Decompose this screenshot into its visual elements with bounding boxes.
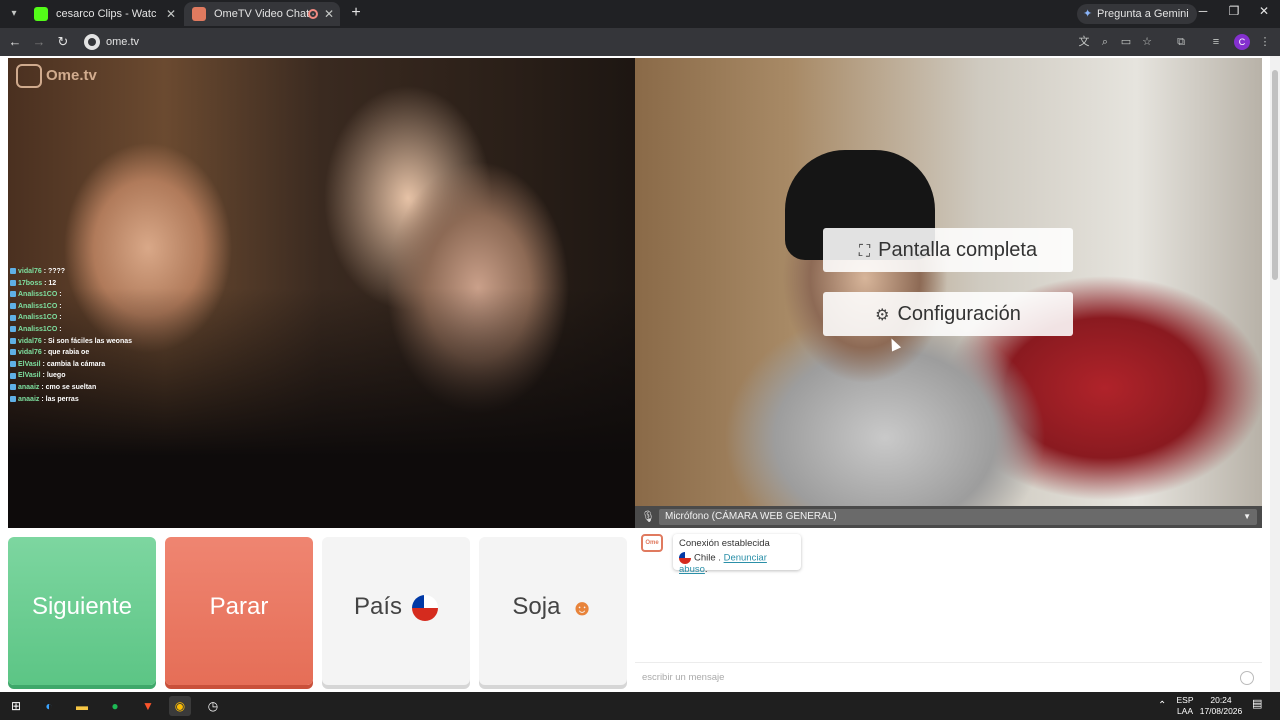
url-text: ome.tv bbox=[106, 36, 140, 48]
chat-line: vidal76 : que rabia oe bbox=[10, 347, 210, 359]
chrome-icon[interactable]: ◉ bbox=[169, 696, 191, 716]
clock-app-icon[interactable]: ◷ bbox=[202, 696, 224, 716]
mouse-cursor-icon bbox=[886, 336, 902, 352]
tab-ometv[interactable]: OmeTV Video Chat — Alte ✕ bbox=[184, 2, 340, 26]
country-label: País bbox=[353, 593, 403, 620]
next-button[interactable]: Siguiente bbox=[8, 537, 156, 685]
tab-close-icon[interactable]: ✕ bbox=[166, 2, 176, 26]
chat-line: 17boss : 12 bbox=[10, 278, 210, 290]
user-face-icon: ☻ bbox=[570, 594, 594, 620]
ometv-favicon-icon bbox=[192, 7, 206, 21]
menu-dots-icon[interactable]: ⋮ bbox=[1257, 34, 1273, 50]
ometv-tv-icon bbox=[16, 64, 42, 88]
stream-chat-overlay: vidal76 : ???? 17boss : 12 Analiss1CO : … bbox=[10, 266, 210, 405]
browser-toolbar: ← → ↻ ome.tv 文 ⌕ ▭ ☆ ⧉ ≡ C ⋮ bbox=[0, 28, 1280, 56]
windows-start-icon[interactable]: ⊞ bbox=[5, 696, 27, 716]
extensions-icon[interactable]: ⧉ bbox=[1173, 34, 1189, 50]
chat-line: Analiss1CO : bbox=[10, 324, 210, 336]
chile-flag-icon bbox=[412, 594, 439, 621]
chevron-down-icon: ▼ bbox=[1243, 512, 1251, 521]
browser-tab-strip: ▾ cesarco Clips - Watch Live on K ✕ OmeT… bbox=[0, 0, 1280, 28]
zoom-icon[interactable]: ⌕ bbox=[1097, 34, 1113, 50]
site-info-icon[interactable] bbox=[84, 34, 100, 50]
cast-icon[interactable]: ▭ bbox=[1118, 34, 1134, 50]
tab-close-icon[interactable]: ✕ bbox=[324, 2, 334, 26]
page-scrollbar[interactable] bbox=[1270, 56, 1280, 692]
fullscreen-button[interactable]: ⛶ Pantalla completa bbox=[823, 228, 1073, 272]
chat-line: vidal76 : ???? bbox=[10, 266, 210, 278]
gemini-label: Pregunta a Gemini bbox=[1097, 8, 1189, 20]
translate-icon[interactable]: 文 bbox=[1076, 34, 1092, 50]
tab-title: OmeTV Video Chat — Alte bbox=[214, 8, 314, 20]
country-name: Chile bbox=[694, 552, 716, 564]
chat-panel: Ome Conexión establecida Chile . Denunci… bbox=[635, 528, 1262, 692]
emoji-icon[interactable] bbox=[1240, 671, 1254, 685]
gemini-button[interactable]: ✦ Pregunta a Gemini bbox=[1077, 4, 1197, 24]
message-placeholder: escribir un mensaje bbox=[642, 672, 725, 683]
time: 20:24 bbox=[1210, 695, 1232, 705]
gemini-sparkle-icon: ✦ bbox=[1083, 8, 1093, 20]
kick-favicon-icon bbox=[34, 7, 48, 21]
chile-flag-icon bbox=[679, 552, 691, 564]
address-bar[interactable]: ome.tv bbox=[82, 31, 1062, 53]
chat-line: anaaiz : cmo se sueltan bbox=[10, 382, 210, 394]
tab-search-icon[interactable]: ▾ bbox=[6, 6, 22, 22]
microphone-selected-value: Micrófono (CÁMARA WEB GENERAL) bbox=[665, 511, 837, 522]
tab-kick-clips[interactable]: cesarco Clips - Watch Live on K ✕ bbox=[26, 2, 182, 26]
back-icon[interactable]: ← bbox=[6, 33, 24, 51]
gender-label: Soja bbox=[512, 593, 561, 620]
settings-button[interactable]: ⚙ Configuración bbox=[823, 292, 1073, 336]
clock[interactable]: 20:24 17/08/2026 bbox=[1198, 695, 1244, 717]
connection-status: Conexión establecida bbox=[679, 538, 770, 549]
gear-icon: ⚙ bbox=[875, 307, 890, 324]
windows-taskbar: ⊞ ◐ ▬ ● ▼ ◉ ◷ ⌃ ESP LAA 20:24 17/08/2026… bbox=[0, 692, 1280, 720]
microphone-bar: 🎙 Micrófono (CÁMARA WEB GENERAL) ▼ bbox=[635, 506, 1262, 528]
notification-icon[interactable]: ▤ bbox=[1252, 699, 1262, 710]
stop-label: Parar bbox=[209, 593, 269, 620]
chat-line: ElVasil : luego bbox=[10, 370, 210, 382]
self-video[interactable]: ⛶ Pantalla completa ⚙ Configuración bbox=[635, 58, 1262, 506]
date: 17/08/2026 bbox=[1199, 706, 1243, 716]
gender-button[interactable]: Soja ☻ bbox=[479, 537, 627, 685]
ometv-logo: Ome.tv bbox=[16, 62, 97, 90]
new-tab-button[interactable]: + bbox=[346, 4, 366, 22]
microphone-select[interactable]: Micrófono (CÁMARA WEB GENERAL) ▼ bbox=[659, 509, 1257, 525]
chat-line: Analiss1CO : bbox=[10, 312, 210, 324]
chat-line: ElVasil : cambia la cámara bbox=[10, 359, 210, 371]
connection-message: Conexión establecida Chile . Denunciar a… bbox=[673, 534, 801, 575]
tray-chevron-icon[interactable]: ⌃ bbox=[1158, 700, 1166, 711]
message-input[interactable]: escribir un mensaje bbox=[635, 662, 1262, 692]
media-controls-icon[interactable]: ≡ bbox=[1208, 34, 1224, 50]
reload-icon[interactable]: ↻ bbox=[54, 33, 72, 51]
chat-line: vidal76 : Si son fáciles las weonas bbox=[10, 336, 210, 348]
next-label: Siguiente bbox=[31, 593, 133, 620]
settings-label: Configuración bbox=[897, 303, 1021, 325]
microphone-icon: 🎙 bbox=[641, 511, 655, 523]
logo-text: Ome.tv bbox=[46, 67, 97, 84]
brave-icon[interactable]: ▼ bbox=[137, 696, 159, 716]
restore-icon[interactable]: ❐ bbox=[1224, 4, 1244, 18]
language-indicator[interactable]: ESP LAA bbox=[1174, 695, 1196, 717]
bookmark-star-icon[interactable]: ☆ bbox=[1139, 34, 1155, 50]
edge-icon[interactable]: ◐ bbox=[38, 696, 60, 716]
chat-line: anaaiz : las perras bbox=[10, 394, 210, 406]
scrollbar-thumb[interactable] bbox=[1272, 70, 1278, 280]
forward-icon[interactable]: → bbox=[30, 33, 48, 51]
chat-line: Analiss1CO : bbox=[10, 301, 210, 313]
spotify-icon[interactable]: ● bbox=[104, 696, 126, 716]
ometv-page: Ome.tv vidal76 : ???? 17boss : 12 Analis… bbox=[0, 56, 1270, 692]
chat-line: Analiss1CO : bbox=[10, 289, 210, 301]
country-button[interactable]: País bbox=[322, 537, 470, 685]
ometv-avatar-icon: Ome bbox=[641, 534, 663, 552]
fullscreen-icon: ⛶ bbox=[858, 243, 871, 260]
profile-avatar[interactable]: C bbox=[1234, 34, 1250, 50]
close-window-icon[interactable]: ✕ bbox=[1254, 4, 1274, 18]
tab-title: cesarco Clips - Watch Live on K bbox=[56, 8, 156, 20]
stranger-video: Ome.tv vidal76 : ???? 17boss : 12 Analis… bbox=[8, 58, 635, 528]
recording-indicator-icon bbox=[308, 9, 318, 19]
minimize-icon[interactable]: ─ bbox=[1193, 4, 1213, 18]
fullscreen-label: Pantalla completa bbox=[878, 239, 1038, 261]
file-explorer-icon[interactable]: ▬ bbox=[71, 696, 93, 716]
stop-button[interactable]: Parar bbox=[165, 537, 313, 685]
